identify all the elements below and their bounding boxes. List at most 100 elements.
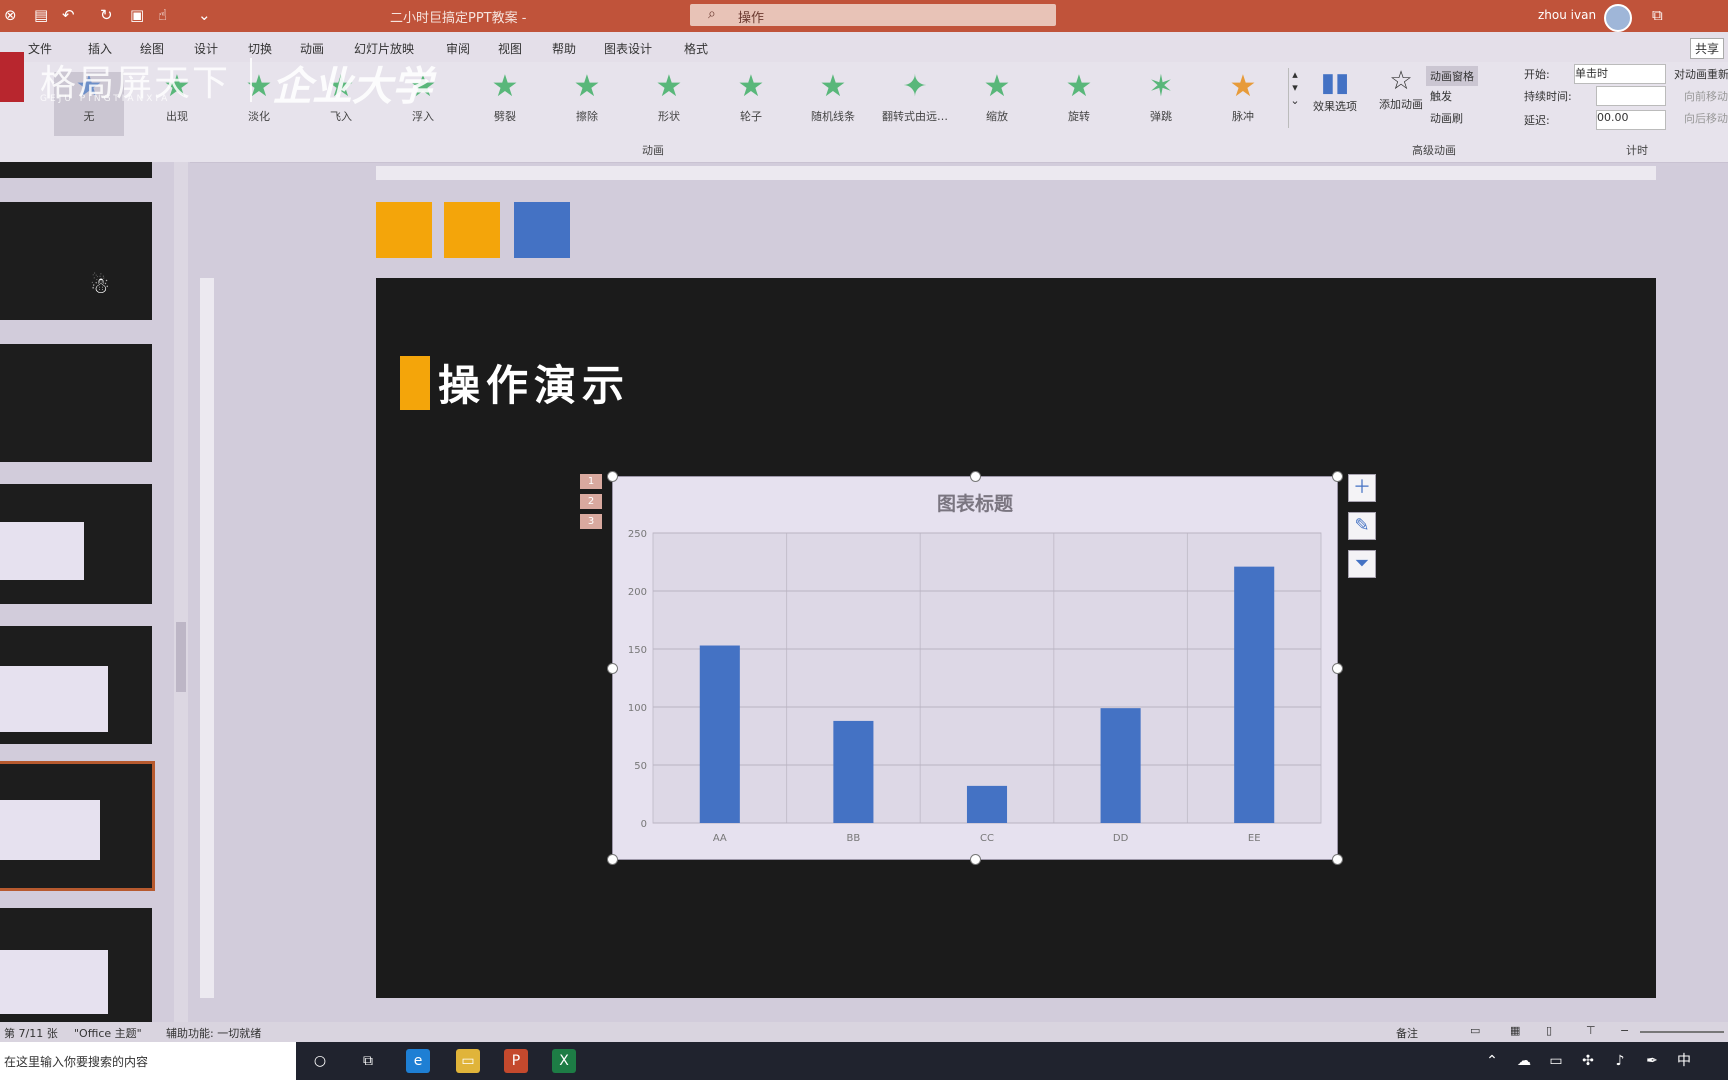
slide-thumbnail[interactable] <box>0 344 152 462</box>
animation-painter-button[interactable]: 动画刷 <box>1430 110 1463 126</box>
task-view-icon[interactable]: ⧉ <box>356 1049 380 1073</box>
trigger-button[interactable]: 触发 <box>1430 88 1452 104</box>
move-earlier-button[interactable]: 向前移动 <box>1684 88 1728 104</box>
effect-split[interactable]: ★ 劈裂 <box>470 72 540 124</box>
zoom-out-icon[interactable]: − <box>1620 1024 1629 1037</box>
delay-input[interactable]: 00.00 <box>1596 110 1666 130</box>
slide-thumbnail[interactable] <box>0 484 152 604</box>
effect-bounce[interactable]: ✶ 弹跳 <box>1126 72 1196 124</box>
zoom-slider[interactable] <box>1640 1031 1724 1033</box>
effect-grow-turn[interactable]: ✦ 翻转式由远… <box>880 72 950 124</box>
effect-options-button[interactable]: ▮▮ 效果选项 <box>1306 68 1364 114</box>
slide-thumbnail-panel: ☃ <box>0 162 190 1030</box>
move-later-button[interactable]: 向后移动 <box>1684 110 1728 126</box>
present-icon[interactable]: ▣ <box>130 6 144 24</box>
battery-icon[interactable]: ▭ <box>1544 1049 1568 1073</box>
logo-divider <box>250 58 252 102</box>
gallery-scroll[interactable]: ▴ ▾ ⌄ <box>1288 68 1301 128</box>
file-explorer-icon[interactable]: ▭ <box>456 1049 480 1073</box>
notes-button[interactable]: 备注 <box>1396 1025 1418 1041</box>
chart-level-2[interactable]: 2 <box>580 494 602 509</box>
user-name[interactable]: zhou ivan <box>1538 8 1596 22</box>
pen-icon[interactable]: ✒ <box>1640 1049 1664 1073</box>
bar-dd[interactable] <box>1100 708 1141 823</box>
cortana-icon[interactable]: ○ <box>308 1049 332 1073</box>
accessibility-status[interactable]: 辅助功能: 一切就绪 <box>166 1025 261 1041</box>
save-icon[interactable]: ▤ <box>34 6 48 24</box>
scrollbar-thumb[interactable] <box>176 622 186 692</box>
customize-qa-icon[interactable]: ⌄ <box>198 6 211 24</box>
avatar[interactable] <box>1604 4 1632 32</box>
slideshow-icon[interactable]: ⊤ <box>1586 1024 1596 1037</box>
effect-zoom[interactable]: ★ 缩放 <box>962 72 1032 124</box>
y-tick-label: 250 <box>628 529 647 540</box>
tab-review[interactable]: 审阅 <box>446 40 470 57</box>
edge-icon[interactable]: e <box>406 1049 430 1073</box>
tab-chart-design[interactable]: 图表设计 <box>604 40 652 57</box>
resize-handle[interactable] <box>607 854 618 865</box>
chart-level-3[interactable]: 3 <box>580 514 602 529</box>
chart-elements-button[interactable]: ＋ <box>1348 474 1376 502</box>
input-method-icon[interactable]: 中 <box>1672 1049 1696 1073</box>
reading-view-icon[interactable]: ▯ <box>1546 1024 1552 1037</box>
resize-handle[interactable] <box>970 854 981 865</box>
chart-filters-button[interactable]: ⏷ <box>1348 550 1376 578</box>
undo-icon[interactable]: ↶ <box>62 6 75 24</box>
bar-chart[interactable]: 图表标题 250 200 150 100 50 0 AA BB CC DD EE <box>612 476 1338 860</box>
x-tick-label: DD <box>1113 833 1129 844</box>
resize-handle[interactable] <box>1332 854 1343 865</box>
resize-handle[interactable] <box>607 471 618 482</box>
slide-thumbnail[interactable] <box>0 626 152 744</box>
effect-shape[interactable]: ★ 形状 <box>634 72 704 124</box>
tab-format[interactable]: 格式 <box>684 40 708 57</box>
resize-handle[interactable] <box>1332 471 1343 482</box>
normal-view-icon[interactable]: ▭ <box>1470 1024 1480 1037</box>
ribbon-display-icon[interactable]: ⧉ <box>1652 6 1663 24</box>
excel-icon[interactable]: X <box>552 1049 576 1073</box>
resize-handle[interactable] <box>607 663 618 674</box>
chart-level-1[interactable]: 1 <box>580 474 602 489</box>
slide-title[interactable]: 操作演示 <box>438 352 630 413</box>
delay-label: 延迟: <box>1524 114 1550 127</box>
slide-canvas[interactable]: 操作演示 1 2 3 图表标题 250 200 150 100 50 0 AA BB CC DD E… <box>376 278 1656 998</box>
touch-mode-icon[interactable]: ☝ <box>158 6 167 24</box>
duration-input[interactable] <box>1596 86 1666 106</box>
bar-aa[interactable] <box>699 645 740 823</box>
thumbnail-scrollbar[interactable] <box>174 162 188 1022</box>
share-button[interactable]: 共享 <box>1690 38 1725 59</box>
slide-thumbnail-current[interactable] <box>0 761 155 891</box>
powerpoint-icon[interactable]: P <box>504 1049 528 1073</box>
resize-handle[interactable] <box>1332 663 1343 674</box>
effect-random-bars[interactable]: ★ 随机线条 <box>798 72 868 124</box>
autosave-icon[interactable]: ⊗ <box>4 6 17 24</box>
bar-cc[interactable] <box>966 785 1008 823</box>
tab-transitions[interactable]: 切换 <box>248 40 272 57</box>
start-select[interactable]: 单击时 <box>1574 64 1666 84</box>
slide-thumbnail[interactable] <box>0 162 152 178</box>
color-square[interactable] <box>376 202 432 258</box>
volume-icon[interactable]: ♪ <box>1608 1049 1632 1073</box>
effect-wheel[interactable]: ★ 轮子 <box>716 72 786 124</box>
tab-view[interactable]: 视图 <box>498 40 522 57</box>
tab-help[interactable]: 帮助 <box>552 40 576 57</box>
taskbar-search[interactable]: 在这里输入你要搜索的内容 <box>0 1042 296 1080</box>
sorter-view-icon[interactable]: ▦ <box>1510 1024 1520 1037</box>
search-box[interactable]: ⌕ 操作 <box>690 4 1056 26</box>
redo-icon[interactable]: ↻ <box>100 6 113 24</box>
bluetooth-icon[interactable]: ✣ <box>1576 1049 1600 1073</box>
slide-thumbnail[interactable] <box>0 908 152 1026</box>
animation-pane-button[interactable]: 动画窗格 <box>1426 66 1478 86</box>
effect-pulse[interactable]: ★ 脉冲 <box>1208 72 1278 124</box>
chart-styles-button[interactable]: ✎ <box>1348 512 1376 540</box>
effect-swivel[interactable]: ★ 旋转 <box>1044 72 1114 124</box>
effect-wipe[interactable]: ★ 擦除 <box>552 72 622 124</box>
add-animation-button[interactable]: ☆ 添加动画 <box>1372 66 1430 112</box>
resize-handle[interactable] <box>970 471 981 482</box>
color-square[interactable] <box>444 202 500 258</box>
bar-ee[interactable] <box>1234 566 1275 823</box>
tray-chevron-icon[interactable]: ⌃ <box>1480 1049 1504 1073</box>
color-square[interactable] <box>514 202 570 258</box>
bar-bb[interactable] <box>833 720 874 823</box>
slide-thumbnail[interactable]: ☃ <box>0 202 152 320</box>
network-icon[interactable]: ☁ <box>1512 1049 1536 1073</box>
